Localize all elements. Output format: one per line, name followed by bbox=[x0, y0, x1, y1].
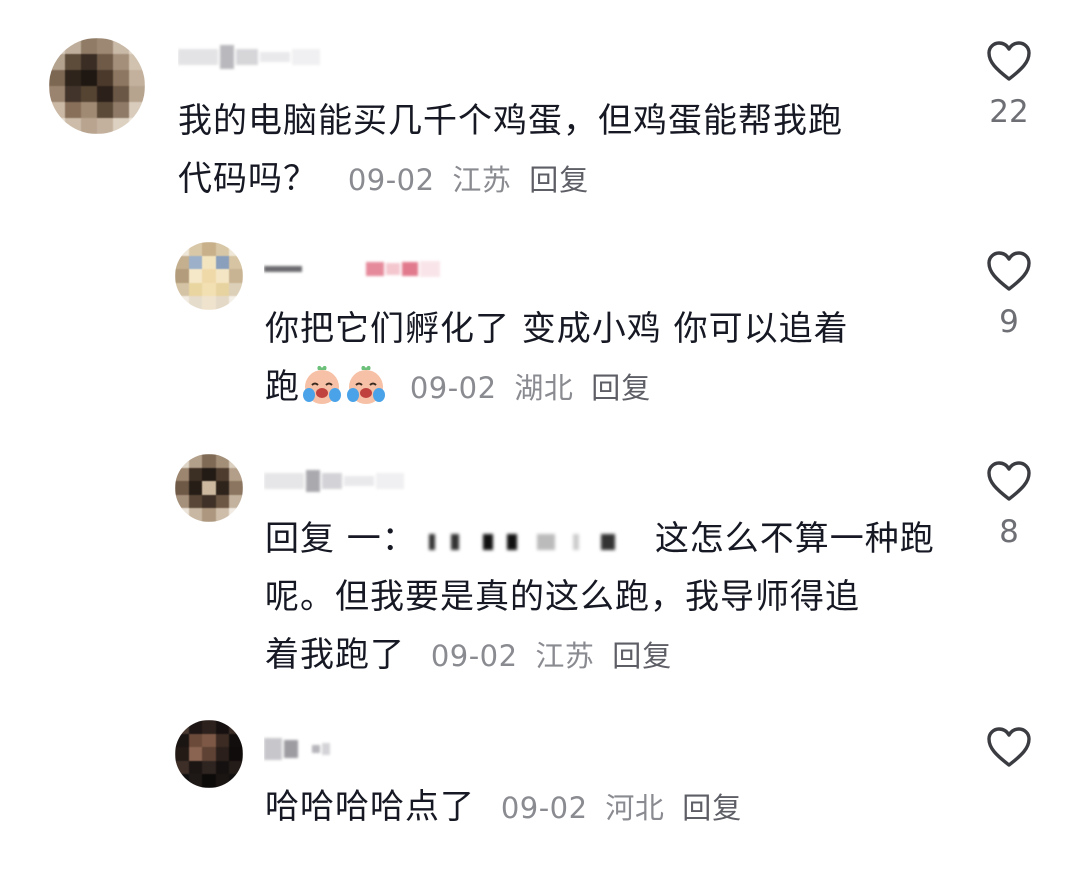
comment-date: 09-02 bbox=[500, 791, 588, 825]
comment-line: 回复 一： 这怎么不算一种跑 bbox=[265, 510, 935, 568]
username[interactable] bbox=[264, 732, 364, 766]
comment-line-end: 跑 bbox=[265, 367, 300, 407]
heart-outline-icon bbox=[987, 251, 1031, 291]
like-count: 9 bbox=[999, 304, 1019, 340]
username[interactable] bbox=[264, 464, 414, 498]
reply-to-mention[interactable]: 回复 一： bbox=[265, 519, 417, 559]
like-button[interactable]: 9 bbox=[964, 250, 1054, 342]
reply-item: 哈哈哈哈点了 09-02 河北 回复 bbox=[0, 700, 1080, 885]
comment-line: 跑 09-02 湖北 回复 bbox=[265, 358, 849, 417]
like-count: 22 bbox=[989, 94, 1029, 130]
comment-line-end: 哈哈哈哈点了 bbox=[265, 787, 475, 827]
masked-username bbox=[421, 526, 651, 556]
comment-text: 我的电脑能买几千个鸡蛋，但鸡蛋能帮我跑 代码吗？ 09-02 江苏 回复 bbox=[178, 92, 843, 209]
comment-line-end: 着我跑了 bbox=[265, 635, 405, 675]
avatar[interactable] bbox=[49, 38, 145, 134]
like-button[interactable]: 22 bbox=[964, 40, 1054, 132]
reply-button[interactable]: 回复 bbox=[612, 639, 672, 673]
reply-item: 回复 一： 这怎么不算一种跑 呢。但我要是真的这么跑，我导师得追 着我跑了 09… bbox=[0, 440, 1080, 700]
comment-text: 回复 一： 这怎么不算一种跑 呢。但我要是真的这么跑，我导师得追 着我跑了 09… bbox=[265, 510, 935, 685]
reply-button[interactable]: 回复 bbox=[682, 791, 742, 825]
comment-line: 着我跑了 09-02 江苏 回复 bbox=[265, 626, 935, 685]
avatar[interactable] bbox=[175, 720, 243, 788]
comment-line-end: 这怎么不算一种跑 bbox=[654, 519, 935, 559]
comment-item: 我的电脑能买几千个鸡蛋，但鸡蛋能帮我跑 代码吗？ 09-02 江苏 回复 22 bbox=[0, 0, 1080, 230]
like-button[interactable] bbox=[964, 726, 1054, 768]
username[interactable] bbox=[264, 252, 464, 286]
reply-button[interactable]: 回复 bbox=[591, 371, 651, 405]
comment-line: 代码吗？ 09-02 江苏 回复 bbox=[178, 150, 843, 209]
comment-location: 河北 bbox=[605, 791, 665, 825]
crying-laughing-face-emoji bbox=[303, 365, 341, 404]
reply-item: 你把它们孵化了 变成小鸡 你可以追着 跑 09-02 湖北 回复 9 bbox=[0, 230, 1080, 440]
comment-line: 哈哈哈哈点了 09-02 河北 回复 bbox=[265, 778, 742, 837]
comment-line: 我的电脑能买几千个鸡蛋，但鸡蛋能帮我跑 bbox=[178, 101, 843, 141]
comment-location: 江苏 bbox=[535, 639, 595, 673]
comment-date: 09-02 bbox=[409, 371, 497, 405]
heart-outline-icon bbox=[987, 461, 1031, 501]
like-count: 8 bbox=[999, 514, 1019, 550]
heart-outline-icon bbox=[987, 727, 1031, 767]
comment-location: 江苏 bbox=[452, 163, 512, 197]
like-button[interactable]: 8 bbox=[964, 460, 1054, 552]
heart-outline-icon bbox=[987, 41, 1031, 81]
comment-text: 你把它们孵化了 变成小鸡 你可以追着 跑 09-02 湖北 回复 bbox=[265, 300, 849, 417]
comment-line: 呢。但我要是真的这么跑，我导师得追 bbox=[265, 577, 860, 617]
comment-date: 09-02 bbox=[347, 163, 435, 197]
comment-date: 09-02 bbox=[430, 639, 518, 673]
crying-laughing-face-emoji bbox=[347, 365, 385, 404]
avatar[interactable] bbox=[175, 454, 243, 522]
comment-line-end: 代码吗？ bbox=[178, 159, 318, 199]
comment-text: 哈哈哈哈点了 09-02 河北 回复 bbox=[265, 778, 742, 837]
comment-line: 你把它们孵化了 变成小鸡 你可以追着 bbox=[265, 309, 849, 349]
username[interactable] bbox=[178, 40, 328, 74]
avatar[interactable] bbox=[175, 242, 243, 310]
reply-button[interactable]: 回复 bbox=[529, 163, 589, 197]
comment-location: 湖北 bbox=[514, 371, 574, 405]
